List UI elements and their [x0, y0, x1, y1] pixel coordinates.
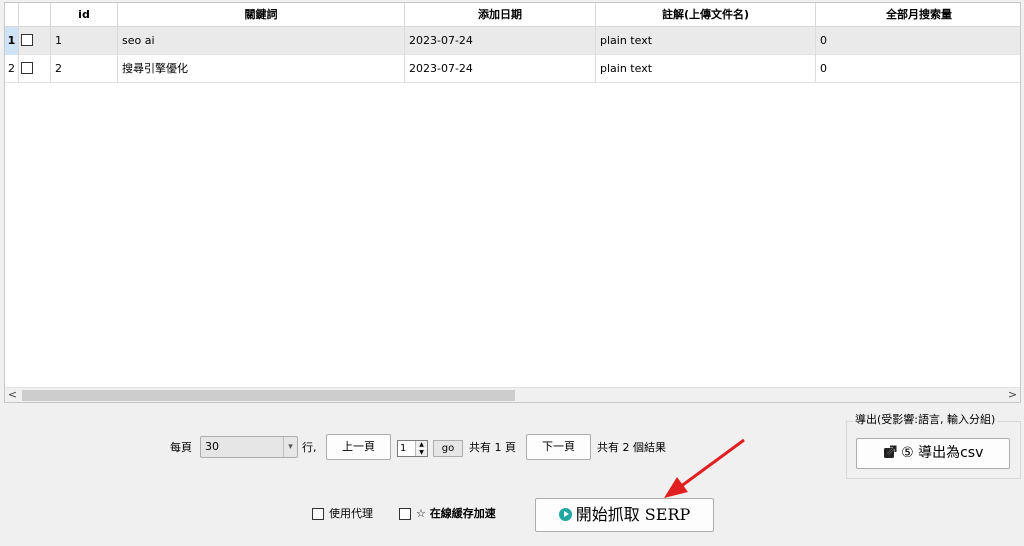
cell-note[interactable]: plain text [596, 27, 816, 55]
per-page-select[interactable]: 30 ▾ [200, 436, 298, 458]
play-icon [558, 508, 572, 521]
row-number[interactable]: 1 [5, 27, 19, 55]
keywords-table: id 關鍵詞 添加日期 註解(上傳文件名) 全部月搜索量 1 1 seo ai … [4, 2, 1021, 403]
export-button-label: ⑤ 導出為csv [901, 445, 984, 461]
export-group-title: 導出(受影響:語言, 輸入分組) [853, 413, 998, 427]
page-number-spinbox[interactable]: 1 ▲ ▼ [397, 440, 428, 457]
cell-keyword[interactable]: seo ai [118, 27, 405, 55]
per-page-value: 30 [205, 440, 219, 453]
cell-note[interactable]: plain text [596, 55, 816, 83]
cell-date[interactable]: 2023-07-24 [405, 27, 596, 55]
header-id[interactable]: id [51, 3, 118, 27]
header-note[interactable]: 註解(上傳文件名) [596, 3, 816, 27]
proxy-label: 使用代理 [329, 507, 373, 520]
header-volume[interactable]: 全部月搜索量 [816, 3, 1020, 27]
horizontal-scrollbar[interactable]: < > [5, 387, 1020, 402]
header-date[interactable]: 添加日期 [405, 3, 596, 27]
per-page-label: 每頁 [170, 441, 192, 454]
cell-id[interactable]: 2 [51, 55, 118, 83]
cell-id[interactable]: 1 [51, 27, 118, 55]
table-row[interactable]: 1 1 seo ai 2023-07-24 plain text 0 [5, 27, 1020, 55]
rows-suffix-label: 行, [302, 441, 317, 454]
go-button[interactable]: go [433, 440, 463, 457]
export-csv-button[interactable]: ⑤ 導出為csv [856, 438, 1010, 469]
row-checkbox-cell[interactable] [19, 55, 51, 83]
cache-checkbox[interactable] [399, 508, 411, 520]
spin-down-icon[interactable]: ▼ [416, 449, 427, 456]
page-number-value: 1 [400, 443, 407, 454]
next-page-button[interactable]: 下一頁 [526, 434, 591, 460]
header-keyword[interactable]: 關鍵詞 [118, 3, 405, 27]
row-checkbox-cell[interactable] [19, 27, 51, 55]
cell-volume[interactable]: 0 [816, 55, 1020, 83]
cache-label: ☆ 在線緩存加速 [416, 507, 496, 520]
table-row[interactable]: 2 2 搜尋引擎優化 2023-07-24 plain text 0 [5, 55, 1020, 83]
row-checkbox[interactable] [21, 34, 33, 46]
scrollbar-thumb[interactable] [22, 390, 515, 401]
scroll-right-icon[interactable]: > [1005, 388, 1020, 402]
spin-up-icon[interactable]: ▲ [416, 441, 427, 448]
corner-cell[interactable] [5, 3, 19, 27]
spin-buttons: ▲ ▼ [415, 441, 427, 456]
cell-volume[interactable]: 0 [816, 27, 1020, 55]
header-checkbox-col[interactable] [19, 3, 51, 27]
row-number[interactable]: 2 [5, 55, 19, 83]
proxy-checkbox[interactable] [312, 508, 324, 520]
chevron-down-icon[interactable]: ▾ [283, 437, 297, 457]
cell-date[interactable]: 2023-07-24 [405, 55, 596, 83]
row-checkbox[interactable] [21, 62, 33, 74]
scroll-left-icon[interactable]: < [5, 388, 20, 402]
export-icon [883, 445, 897, 458]
total-pages-text: 共有 1 頁 [469, 441, 516, 454]
prev-page-button[interactable]: 上一頁 [326, 434, 391, 460]
red-arrow-icon [664, 438, 745, 498]
table-header-row: id 關鍵詞 添加日期 註解(上傳文件名) 全部月搜索量 [5, 3, 1020, 27]
cell-keyword[interactable]: 搜尋引擎優化 [118, 55, 405, 83]
